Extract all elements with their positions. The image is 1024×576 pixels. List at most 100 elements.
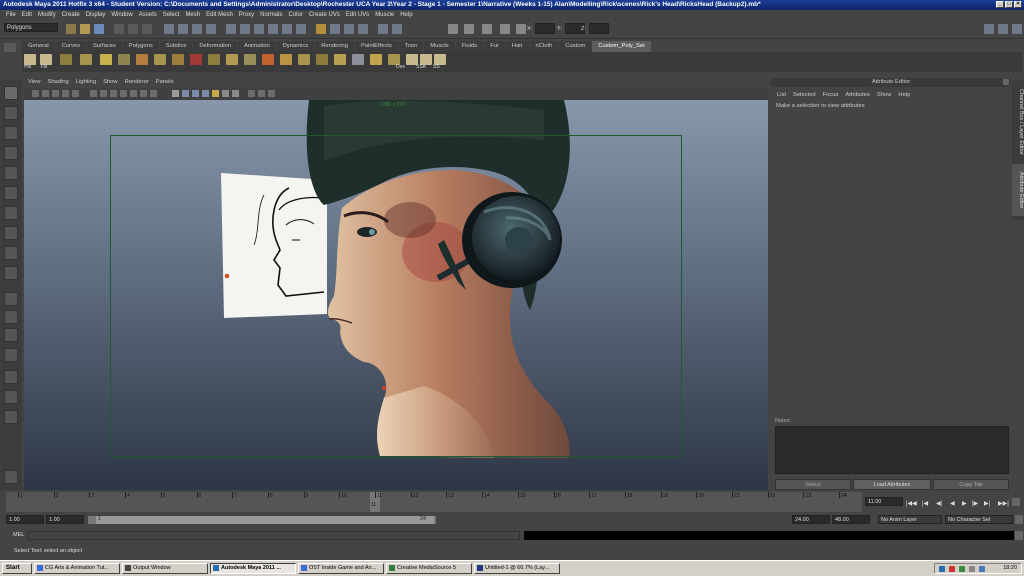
- wireframe-on-shaded-icon[interactable]: [192, 90, 199, 97]
- menu-display[interactable]: Display: [86, 12, 106, 18]
- panel-float-icon[interactable]: [1003, 79, 1009, 85]
- display-icon[interactable]: [979, 566, 985, 572]
- copy-tab-button[interactable]: Copy Tab: [933, 479, 1009, 490]
- layout-hypershade-icon[interactable]: [4, 370, 18, 384]
- step-forward-key-icon[interactable]: ▶|: [984, 500, 990, 507]
- soft-modification-icon[interactable]: [4, 226, 18, 240]
- script-editor-icon[interactable]: [1015, 531, 1023, 540]
- select-tool-icon[interactable]: [4, 86, 18, 100]
- shelf-tab-subdivs[interactable]: Subdivs: [159, 41, 193, 52]
- show-tool-settings-icon[interactable]: [998, 24, 1008, 34]
- mask-joints-icon[interactable]: [240, 24, 250, 34]
- safe-action-icon[interactable]: [140, 90, 147, 97]
- relative-transform-icon[interactable]: [482, 24, 492, 34]
- start-button[interactable]: Start: [2, 563, 32, 574]
- playback-start-field[interactable]: 1.00: [46, 515, 84, 524]
- move-tool-icon[interactable]: [4, 146, 18, 160]
- poly-tool-15-icon[interactable]: [316, 54, 328, 65]
- render-settings-icon[interactable]: [358, 24, 368, 34]
- current-frame-field[interactable]: 11.00: [865, 497, 903, 506]
- menu-create-uvs[interactable]: Create UVs: [309, 12, 340, 18]
- menu-edit[interactable]: Edit: [22, 12, 32, 18]
- ae-menu-help[interactable]: Help: [898, 92, 910, 98]
- open-scene-icon[interactable]: [80, 24, 90, 34]
- key-icon[interactable]: [1012, 498, 1020, 506]
- show-attribute-editor-icon[interactable]: [984, 24, 994, 34]
- rename-icon[interactable]: [500, 24, 510, 34]
- task-creative-mediasource[interactable]: Creative MediaSource 5: [386, 563, 472, 574]
- layout-graph-icon[interactable]: [4, 348, 18, 362]
- shelf-tab-custom[interactable]: Custom: [559, 41, 592, 52]
- shelf-tab-general[interactable]: General: [22, 41, 55, 52]
- range-slider-bar[interactable]: 1 24: [96, 516, 434, 524]
- ae-menu-attributes[interactable]: Attributes: [845, 92, 870, 98]
- construction-history-icon[interactable]: [378, 24, 388, 34]
- lasso-tool-icon[interactable]: [4, 106, 18, 120]
- smooth-shade-icon[interactable]: [182, 90, 189, 97]
- z-field[interactable]: [589, 23, 609, 34]
- step-back-key-icon[interactable]: |◀: [922, 500, 928, 507]
- universal-manipulator-icon[interactable]: [4, 206, 18, 220]
- load-attributes-button[interactable]: Load Attributes: [853, 479, 931, 490]
- mask-dynamics-icon[interactable]: [296, 24, 306, 34]
- poly-tool-13-icon[interactable]: [280, 54, 292, 65]
- layout-more-icon[interactable]: [4, 410, 18, 424]
- menu-window[interactable]: Window: [111, 12, 132, 18]
- time-slider[interactable]: 11 1 2 3 4 5 6 7 8 9 10 11 12 13 14 15 16 17 18 19 20 21 22 23…: [6, 492, 862, 512]
- shelf-tab-custom-poly-set[interactable]: Custom_Poly_Set: [592, 41, 651, 52]
- gate-mask-icon[interactable]: [120, 90, 127, 97]
- character-set-dropdown[interactable]: No Character Set: [945, 515, 1013, 524]
- shadows-icon[interactable]: [222, 90, 229, 97]
- select-component-icon[interactable]: [142, 24, 152, 34]
- menu-proxy[interactable]: Proxy: [239, 12, 254, 18]
- isolate-select-icon[interactable]: [258, 90, 265, 97]
- shelf-tab-fur[interactable]: Fur: [484, 41, 505, 52]
- shelf-tab-fluids[interactable]: Fluids: [455, 41, 484, 52]
- antivirus-icon[interactable]: [949, 566, 955, 572]
- camera-attributes-icon[interactable]: [42, 90, 49, 97]
- rotate-tool-icon[interactable]: [4, 166, 18, 180]
- poly-tool-12-icon[interactable]: [262, 54, 274, 65]
- go-to-start-icon[interactable]: |◀◀: [906, 500, 917, 507]
- poly-tool-10-icon[interactable]: [226, 54, 238, 65]
- menu-muscle[interactable]: Muscle: [375, 12, 394, 18]
- poly-tool-14-icon[interactable]: [298, 54, 310, 65]
- poly-tool-11-icon[interactable]: [244, 54, 256, 65]
- history-icon[interactable]: [316, 24, 326, 34]
- perspective-viewport[interactable]: 1280 x 720: [24, 100, 768, 490]
- render-current-frame-icon[interactable]: [330, 24, 340, 34]
- poly-tool-4-icon[interactable]: [118, 54, 130, 65]
- show-channel-box-icon[interactable]: [1012, 24, 1022, 34]
- network-icon[interactable]: [939, 566, 945, 572]
- bookmark-icon[interactable]: [52, 90, 59, 97]
- menu-assets[interactable]: Assets: [139, 12, 157, 18]
- task-cg-arts[interactable]: CG Arts & Animation Tut...: [34, 563, 120, 574]
- menu-help[interactable]: Help: [400, 12, 412, 18]
- mel-input[interactable]: [28, 531, 520, 540]
- menu-normals[interactable]: Normals: [260, 12, 282, 18]
- select-hierarchy-icon[interactable]: [114, 24, 124, 34]
- paint-select-tool-icon[interactable]: [4, 126, 18, 140]
- task-output-window[interactable]: Output Window: [122, 563, 208, 574]
- menu-edit-uvs[interactable]: Edit UVs: [346, 12, 369, 18]
- input-line-icon[interactable]: [448, 24, 458, 34]
- menu-modify[interactable]: Modify: [38, 12, 56, 18]
- panel-menu-panels[interactable]: Panels: [156, 79, 174, 88]
- use-all-lights-icon[interactable]: [212, 90, 219, 97]
- poly-tool-18-icon[interactable]: [370, 54, 382, 65]
- attribute-editor-tab[interactable]: Attribute Editor: [1012, 164, 1024, 216]
- ambient-occlusion-icon[interactable]: [232, 90, 239, 97]
- shelf-tab-rendering[interactable]: Rendering: [315, 41, 354, 52]
- shelf-tab-toon[interactable]: Toon: [398, 41, 424, 52]
- shelf-tab-muscle[interactable]: Muscle: [424, 41, 455, 52]
- mask-surfaces-icon[interactable]: [268, 24, 278, 34]
- ipr-render-icon[interactable]: [344, 24, 354, 34]
- shelf-tab-animation[interactable]: Animation: [237, 41, 276, 52]
- menu-color[interactable]: Color: [288, 12, 302, 18]
- poly-tool-2-icon[interactable]: [80, 54, 92, 65]
- shelf-tab-dynamics[interactable]: Dynamics: [276, 41, 315, 52]
- go-to-end-icon[interactable]: ▶▶|: [998, 500, 1009, 507]
- last-tool-icon[interactable]: [4, 266, 18, 280]
- menu-set-dropdown[interactable]: Polygons: [4, 23, 58, 32]
- close-button[interactable]: ×: [1014, 1, 1022, 8]
